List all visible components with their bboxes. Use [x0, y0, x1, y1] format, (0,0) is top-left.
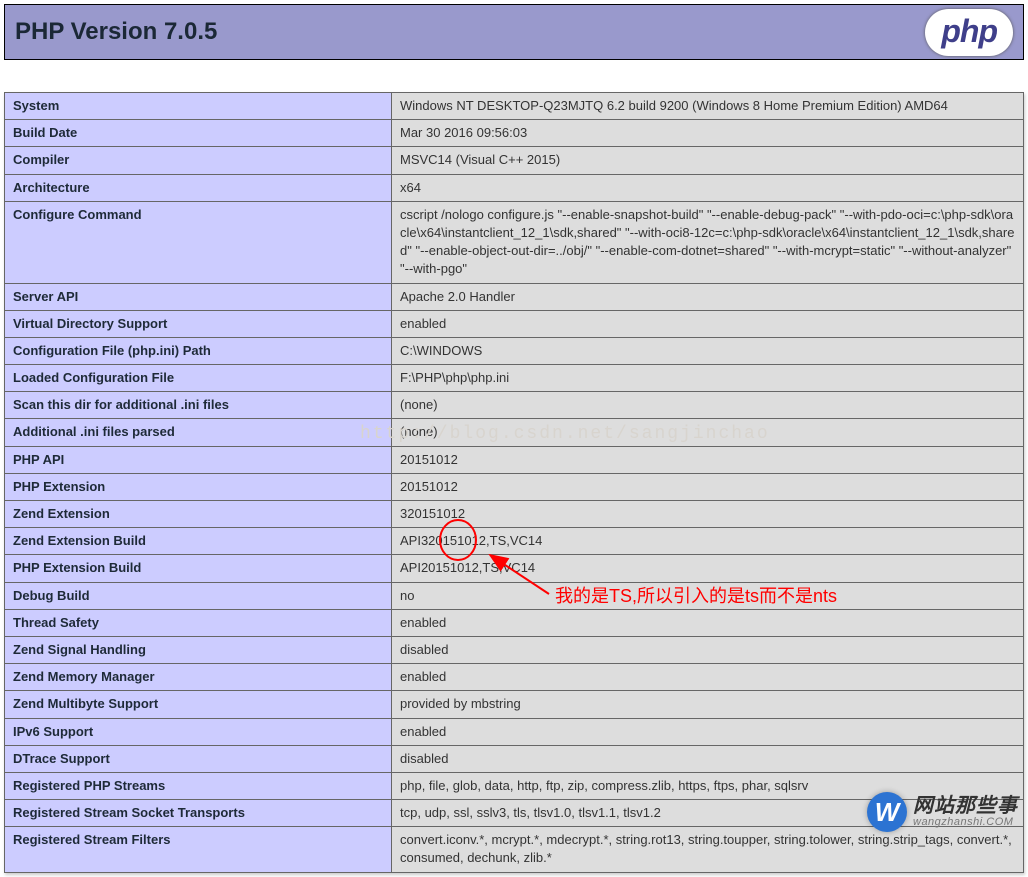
table-row: Zend Signal Handlingdisabled	[5, 636, 1024, 663]
php-logo: php	[925, 9, 1013, 56]
row-key: Build Date	[5, 120, 392, 147]
phpinfo-table: SystemWindows NT DESKTOP-Q23MJTQ 6.2 bui…	[4, 92, 1024, 873]
table-row: Thread Safetyenabled	[5, 609, 1024, 636]
row-value: disabled	[392, 745, 1024, 772]
table-row: Registered Stream Filtersconvert.iconv.*…	[5, 827, 1024, 872]
site-watermark-logo: W 网站那些事 wangzhanshi.COM	[867, 792, 1018, 832]
table-row: CompilerMSVC14 (Visual C++ 2015)	[5, 147, 1024, 174]
row-key: PHP Extension	[5, 473, 392, 500]
row-key: Scan this dir for additional .ini files	[5, 392, 392, 419]
row-value: F:\PHP\php\php.ini	[392, 365, 1024, 392]
row-value: Mar 30 2016 09:56:03	[392, 120, 1024, 147]
row-value: 20151012	[392, 473, 1024, 500]
row-value: (none)	[392, 392, 1024, 419]
row-key: Zend Extension	[5, 501, 392, 528]
row-key: Configuration File (php.ini) Path	[5, 337, 392, 364]
row-value: cscript /nologo configure.js "--enable-s…	[392, 201, 1024, 283]
watermark-text: http://blog.csdn.net/sangjinchao	[360, 424, 770, 444]
row-key: Zend Memory Manager	[5, 664, 392, 691]
table-row: Zend Extension BuildAPI320151012,TS,VC14	[5, 528, 1024, 555]
row-key: Virtual Directory Support	[5, 310, 392, 337]
row-key: Zend Signal Handling	[5, 636, 392, 663]
row-value: enabled	[392, 718, 1024, 745]
row-key: Zend Multibyte Support	[5, 691, 392, 718]
row-key: PHP API	[5, 446, 392, 473]
phpinfo-header: PHP Version 7.0.5 php	[4, 4, 1024, 60]
table-row: SystemWindows NT DESKTOP-Q23MJTQ 6.2 bui…	[5, 93, 1024, 120]
row-key: IPv6 Support	[5, 718, 392, 745]
row-value: disabled	[392, 636, 1024, 663]
table-row: Zend Memory Managerenabled	[5, 664, 1024, 691]
row-key: Loaded Configuration File	[5, 365, 392, 392]
site-watermark-circle: W	[867, 792, 907, 832]
row-key: System	[5, 93, 392, 120]
table-row: Architecturex64	[5, 174, 1024, 201]
row-key: PHP Extension Build	[5, 555, 392, 582]
row-value: convert.iconv.*, mcrypt.*, mdecrypt.*, s…	[392, 827, 1024, 872]
row-key: Architecture	[5, 174, 392, 201]
row-key: Additional .ini files parsed	[5, 419, 392, 446]
row-value: MSVC14 (Visual C++ 2015)	[392, 147, 1024, 174]
table-row: DTrace Supportdisabled	[5, 745, 1024, 772]
table-row: Configuration File (php.ini) PathC:\WIND…	[5, 337, 1024, 364]
table-row: Build DateMar 30 2016 09:56:03	[5, 120, 1024, 147]
table-row: Scan this dir for additional .ini files(…	[5, 392, 1024, 419]
row-value: API20151012,TS,VC14	[392, 555, 1024, 582]
row-value: C:\WINDOWS	[392, 337, 1024, 364]
row-key: Configure Command	[5, 201, 392, 283]
site-watermark-chinese: 网站那些事	[913, 796, 1018, 817]
row-value: Apache 2.0 Handler	[392, 283, 1024, 310]
row-value: no	[392, 582, 1024, 609]
page-title: PHP Version 7.0.5	[15, 18, 217, 46]
table-row: PHP Extension BuildAPI20151012,TS,VC14	[5, 555, 1024, 582]
row-value: 320151012	[392, 501, 1024, 528]
row-value: enabled	[392, 609, 1024, 636]
row-key: Debug Build	[5, 582, 392, 609]
row-value: enabled	[392, 310, 1024, 337]
table-row: Loaded Configuration FileF:\PHP\php\php.…	[5, 365, 1024, 392]
row-value: provided by mbstring	[392, 691, 1024, 718]
row-key: Zend Extension Build	[5, 528, 392, 555]
table-row: Zend Extension320151012	[5, 501, 1024, 528]
row-value: 20151012	[392, 446, 1024, 473]
table-row: Debug Buildno	[5, 582, 1024, 609]
table-row: IPv6 Supportenabled	[5, 718, 1024, 745]
row-key: Registered PHP Streams	[5, 772, 392, 799]
table-row: Virtual Directory Supportenabled	[5, 310, 1024, 337]
row-value: x64	[392, 174, 1024, 201]
table-row: PHP Extension20151012	[5, 473, 1024, 500]
site-watermark-latin: wangzhanshi.COM	[913, 817, 1018, 829]
row-key: Registered Stream Socket Transports	[5, 800, 392, 827]
row-value: enabled	[392, 664, 1024, 691]
row-key: DTrace Support	[5, 745, 392, 772]
row-value: Windows NT DESKTOP-Q23MJTQ 6.2 build 920…	[392, 93, 1024, 120]
row-key: Server API	[5, 283, 392, 310]
row-key: Compiler	[5, 147, 392, 174]
table-row: Configure Commandcscript /nologo configu…	[5, 201, 1024, 283]
row-value: API320151012,TS,VC14	[392, 528, 1024, 555]
table-row: Zend Multibyte Supportprovided by mbstri…	[5, 691, 1024, 718]
table-row: Server APIApache 2.0 Handler	[5, 283, 1024, 310]
row-key: Thread Safety	[5, 609, 392, 636]
table-row: PHP API20151012	[5, 446, 1024, 473]
row-key: Registered Stream Filters	[5, 827, 392, 872]
